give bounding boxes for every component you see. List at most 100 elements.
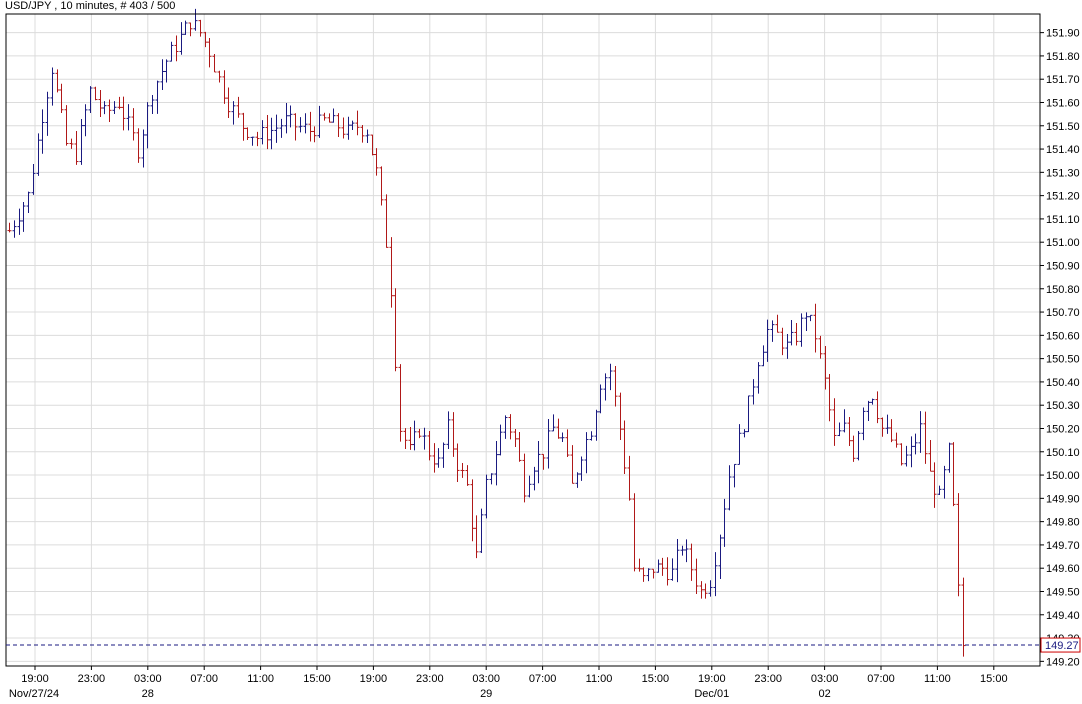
y-tick-label: 150.40: [1046, 377, 1080, 389]
price-bar: [427, 431, 432, 461]
price-bar: [546, 419, 551, 469]
price-bar: [866, 400, 871, 421]
price-bar: [484, 474, 489, 519]
price-bar: [560, 432, 565, 443]
price-bar: [312, 126, 317, 143]
price-bar: [150, 94, 155, 115]
x-tick-label: 03:00: [472, 673, 500, 685]
price-bar: [584, 432, 589, 474]
price-bar: [589, 431, 594, 441]
price-bar: [570, 445, 575, 484]
price-bar: [517, 431, 522, 462]
price-bar: [55, 69, 60, 93]
price-bar: [45, 91, 50, 136]
price-bar: [765, 319, 770, 362]
price-bar: [50, 67, 55, 106]
price-bar: [384, 194, 389, 248]
price-axis: 151.90 151.80 151.70 151.60 151.50 151.40 151.…: [1040, 28, 1080, 668]
price-bar: [446, 411, 451, 450]
price-bar: [665, 557, 670, 586]
grid-lines: [6, 14, 1040, 666]
price-bar: [789, 319, 794, 346]
price-bar: [885, 414, 890, 434]
price-bar: [155, 80, 160, 114]
price-bar: [279, 118, 284, 138]
price-bar: [293, 113, 298, 141]
price-bar: [7, 222, 12, 233]
y-tick-label: 149.60: [1046, 563, 1080, 575]
price-bar: [117, 96, 122, 110]
price-bar: [141, 129, 146, 168]
y-tick-label: 149.20: [1046, 656, 1080, 668]
y-tick-label: 150.10: [1046, 447, 1080, 459]
price-bar: [727, 465, 732, 511]
price-bar: [455, 443, 460, 482]
price-bar: [742, 429, 747, 438]
price-bar: [288, 105, 293, 128]
price-bar: [713, 552, 718, 597]
price-bar: [646, 568, 651, 582]
price-bar: [284, 102, 289, 134]
price-bar: [441, 442, 446, 468]
price-bar: [136, 128, 141, 163]
price-bar: [804, 312, 809, 332]
price-bar: [746, 395, 751, 433]
price-bar: [207, 38, 212, 68]
price-bar: [365, 129, 370, 143]
price-bar: [236, 96, 241, 118]
price-bar: [670, 558, 675, 581]
price-bar: [40, 109, 45, 154]
price-bar: [770, 320, 775, 342]
price-bar: [656, 559, 661, 573]
x-tick-label: 15:00: [303, 673, 331, 685]
price-bar: [322, 112, 327, 121]
price-bar: [875, 391, 880, 424]
ohlc-chart[interactable]: 151.90 151.80 151.70 151.60 151.50 151.40 151.…: [0, 0, 1082, 704]
y-tick-label: 151.20: [1046, 191, 1080, 203]
current-price-label: 149.27: [1045, 640, 1079, 652]
x-date-label: Dec/01: [694, 688, 729, 700]
price-bar: [632, 493, 637, 572]
x-tick-label: 23:00: [78, 673, 106, 685]
x-tick-label: 15:00: [642, 673, 670, 685]
price-bar: [775, 314, 780, 333]
price-bar: [856, 430, 861, 461]
x-tick-label: 19:00: [21, 673, 49, 685]
y-tick-label: 149.50: [1046, 586, 1080, 598]
price-bar: [699, 581, 704, 599]
price-bar: [870, 398, 875, 405]
price-bar: [761, 345, 766, 367]
price-bar: [470, 479, 475, 542]
price-bar: [131, 108, 136, 141]
x-tick-label: 15:00: [980, 673, 1008, 685]
price-bar: [923, 411, 928, 464]
x-date-label: 02: [818, 688, 830, 700]
price-bar: [265, 114, 270, 150]
price-bar: [98, 90, 103, 118]
price-bar: [627, 455, 632, 501]
price-bar: [837, 422, 842, 437]
price-bar: [346, 116, 351, 140]
price-bar: [513, 429, 518, 448]
price-bar: [479, 508, 484, 554]
price-bar: [298, 117, 303, 133]
price-bar: [918, 411, 923, 453]
price-bar: [12, 220, 17, 238]
price-bar: [341, 117, 346, 139]
price-bar: [112, 101, 117, 115]
price-bar: [608, 363, 613, 391]
price-bar: [217, 70, 222, 83]
price-bar: [565, 429, 570, 458]
price-bar: [169, 41, 174, 62]
price-bar: [785, 334, 790, 359]
price-bar: [274, 114, 279, 143]
price-bar: [74, 131, 79, 165]
y-tick-label: 149.80: [1046, 517, 1080, 529]
price-bar: [222, 70, 227, 104]
price-bar: [942, 465, 947, 499]
price-bar: [460, 463, 465, 478]
price-bar: [250, 136, 255, 146]
price-bar: [174, 35, 179, 62]
price-bar: [241, 112, 246, 141]
price-bar: [422, 427, 427, 450]
